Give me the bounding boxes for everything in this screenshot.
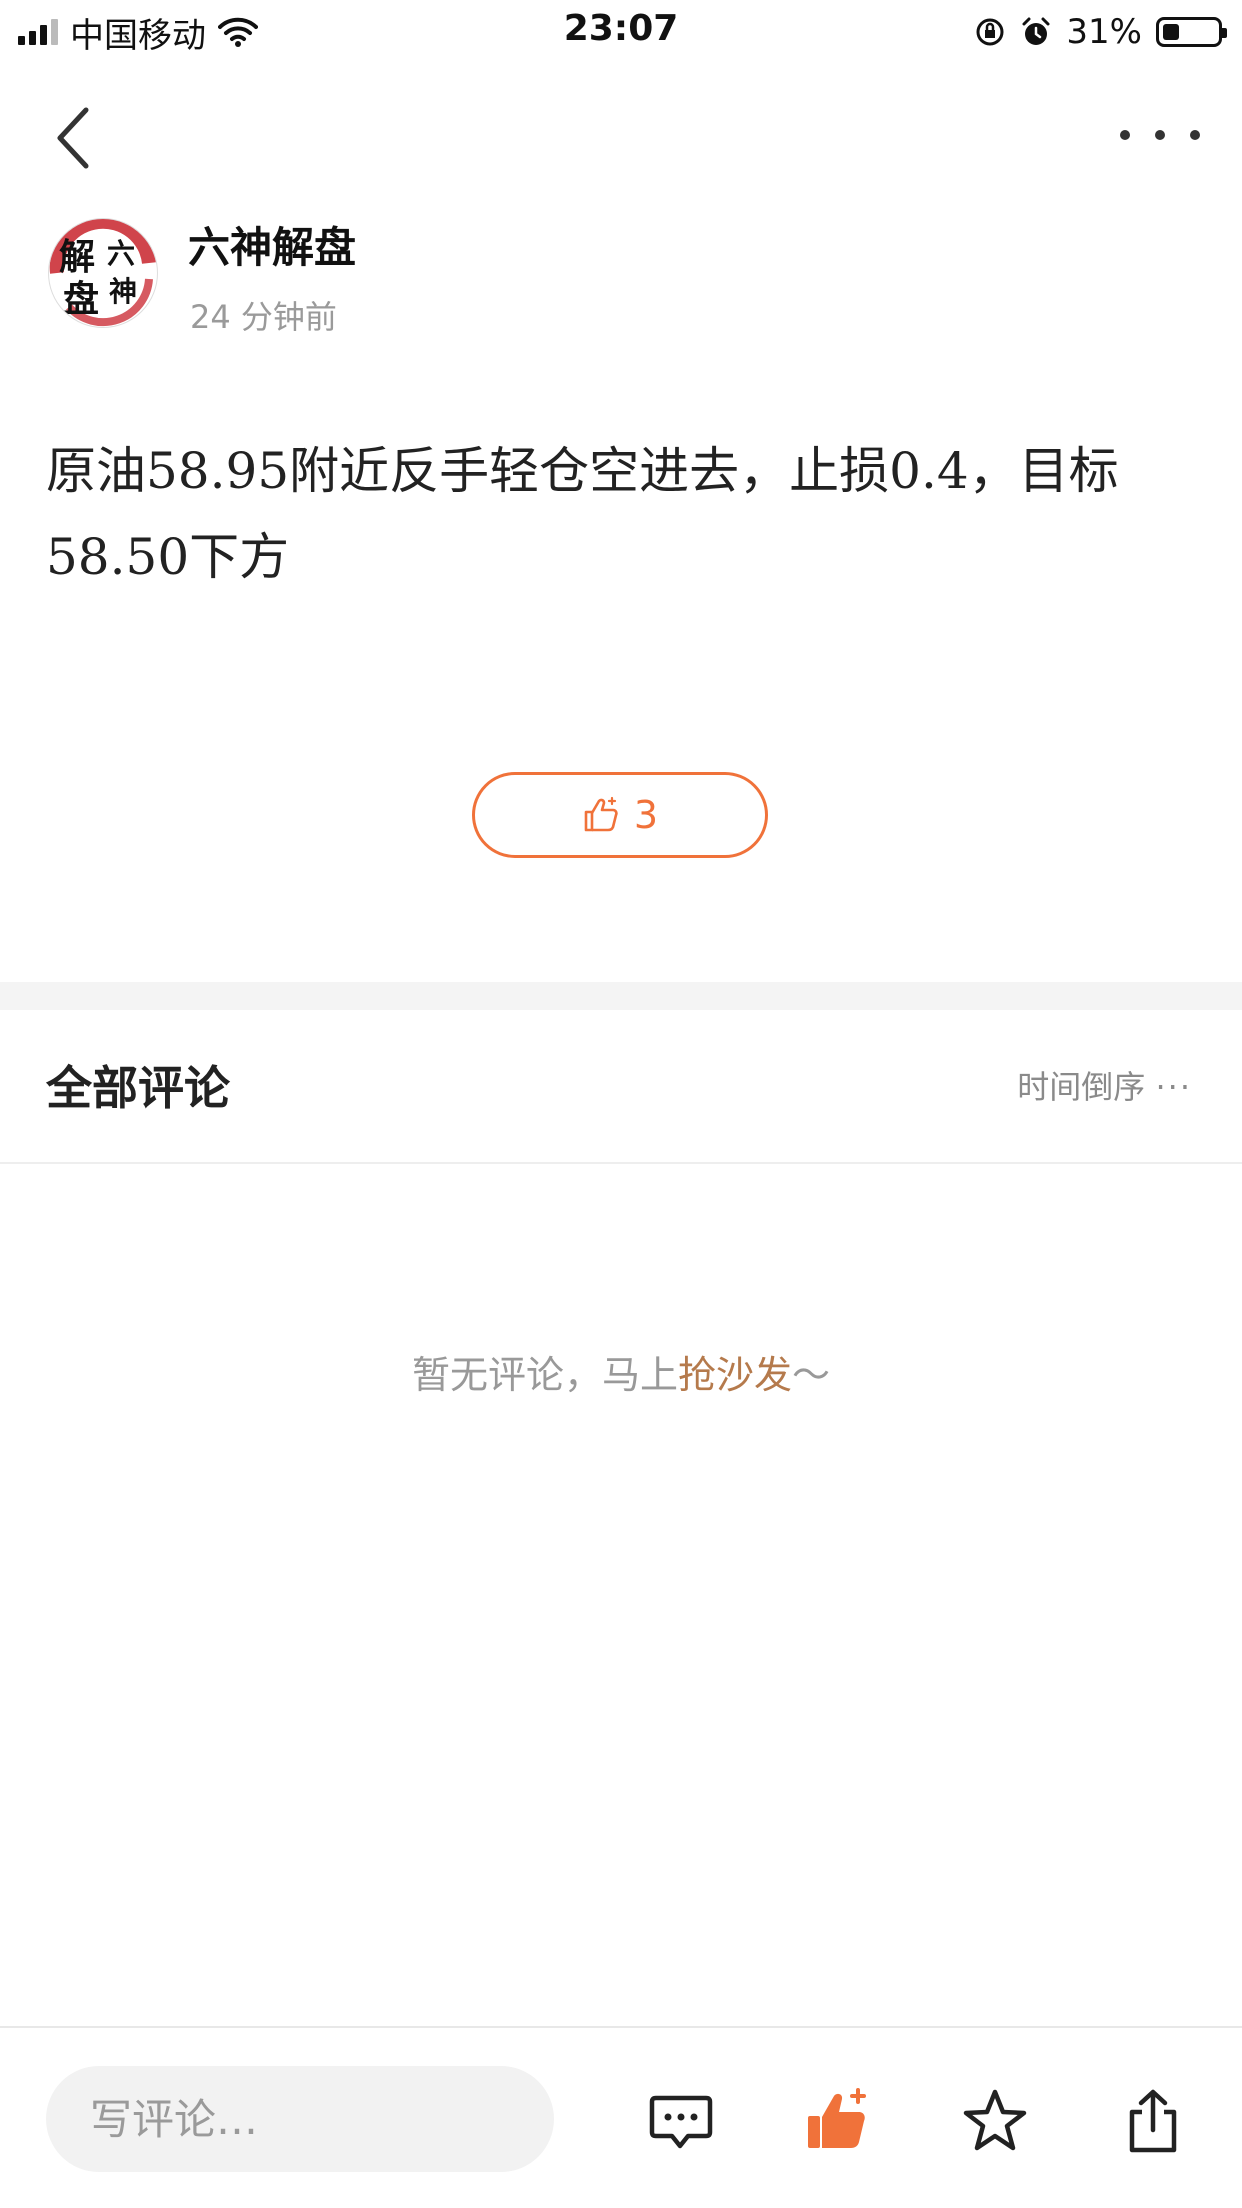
post-time: 24 分钟前: [190, 298, 337, 336]
back-button[interactable]: [48, 100, 108, 180]
more-dot: [1155, 130, 1165, 140]
empty-comments-message: 暂无评论，马上抢沙发～: [0, 1344, 1242, 1399]
empty-suffix: ～: [792, 1353, 831, 1397]
grab-sofa-link[interactable]: 抢沙发: [678, 1353, 792, 1397]
post-content: 原油58.95附近反手轻仓空进去，止损0.4，目标58.50下方: [46, 442, 1119, 586]
orientation-lock-icon: [976, 18, 1004, 46]
svg-text:六: 六: [107, 237, 135, 270]
like-button[interactable]: 3: [472, 772, 768, 858]
author-avatar[interactable]: 解 六 盘 神: [48, 218, 158, 328]
share-button[interactable]: [1118, 2086, 1188, 2156]
svg-text:解: 解: [59, 236, 95, 278]
svg-text:盘: 盘: [63, 278, 99, 320]
author-name[interactable]: 六神解盘: [188, 214, 356, 275]
more-horizontal-icon: ···: [1155, 1068, 1192, 1106]
comments-title: 全部评论: [46, 1061, 230, 1115]
svg-text:神: 神: [109, 275, 137, 308]
section-separator: [0, 982, 1242, 1010]
comments-divider: [0, 1162, 1242, 1164]
thumbs-up-icon: [584, 796, 618, 832]
like-toolbar-button[interactable]: [802, 2086, 872, 2156]
alarm-icon: [1022, 17, 1050, 45]
comment-icon: [649, 2095, 713, 2149]
status-bar: 中国移动 23:07 31%: [0, 0, 1242, 64]
battery-fill: [1163, 24, 1179, 40]
status-right: 31%: [974, 10, 1227, 54]
chevron-left-icon: [57, 107, 89, 169]
sort-order-button[interactable]: 时间倒序 ···: [1017, 1062, 1192, 1108]
thumbs-up-icon: [808, 2088, 866, 2148]
battery-icon: [1156, 17, 1227, 47]
share-icon: [1129, 2089, 1177, 2153]
favorite-button[interactable]: [960, 2086, 1030, 2156]
more-dot: [1190, 130, 1200, 140]
more-dot: [1120, 130, 1130, 140]
toolbar-divider: [0, 2026, 1242, 2028]
comment-button[interactable]: [646, 2086, 716, 2156]
battery-percent: 31%: [1066, 12, 1142, 52]
more-button[interactable]: [1120, 120, 1200, 150]
comment-input[interactable]: [46, 2066, 554, 2172]
star-icon: [963, 2089, 1027, 2151]
empty-prefix: 暂无评论，马上: [411, 1353, 678, 1397]
like-count: 3: [633, 793, 659, 837]
sort-order-label: 时间倒序: [1017, 1068, 1146, 1106]
avatar-logo: 解 六 盘 神: [49, 219, 156, 327]
